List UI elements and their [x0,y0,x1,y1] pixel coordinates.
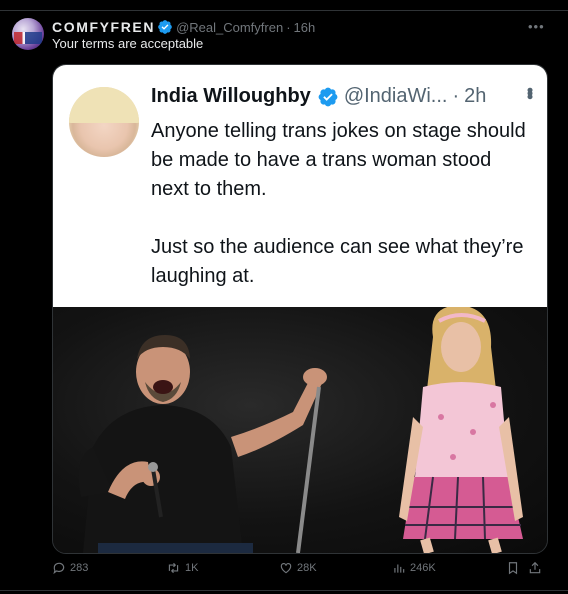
more-horizontal-icon[interactable]: ••• [528,19,545,34]
repost-count: 1K [185,562,199,574]
author-avatar[interactable] [12,18,44,50]
quoted-tweet-screenshot: India Willoughby @IndiaWi... · 2h ••• An… [53,65,547,307]
author-display-name[interactable]: COMFYFREN [52,19,155,35]
comedian-figure [78,335,327,553]
heart-icon [280,563,292,574]
post-text: Your terms are acceptable [52,36,204,51]
quoted-name: India Willoughby [151,85,311,107]
quoted-more-icon: ••• [520,87,540,97]
quoted-body: Anyone telling trans jokes on stage shou… [151,117,531,291]
bookmark-icon [508,562,518,575]
quoted-separator: · [452,85,460,107]
verified-badge-icon [157,19,173,35]
reply-button[interactable]: 283 [52,561,88,575]
post-timestamp[interactable]: 16h [294,20,316,35]
author-handle[interactable]: @Real_Comfyfren [176,20,283,35]
post-media[interactable]: India Willoughby @IndiaWi... · 2h ••• An… [52,64,548,554]
reply-count: 283 [70,562,89,574]
quoted-avatar [69,87,139,157]
views-button[interactable]: 246K [392,561,436,575]
quoted-paragraph: Just so the audience can see what they’r… [151,236,524,287]
quoted-paragraph: Anyone telling trans jokes on stage shou… [151,120,526,200]
like-count: 28K [297,562,317,574]
bottom-divider [0,590,568,591]
quoted-verified-icon [317,86,339,108]
views-icon [394,564,405,573]
quoted-handle: @IndiaWi... [343,85,448,107]
action-bar: 283 1K 28K 246K [0,561,568,581]
avatar-flag-graphic [14,32,42,44]
post-header: COMFYFREN @Real_Comfyfren · 16h [52,17,315,37]
share-button[interactable] [528,561,546,575]
like-button[interactable]: 28K [279,561,317,575]
bookmark-button[interactable] [506,561,524,575]
photo-illustration [78,307,523,553]
top-divider [0,10,568,11]
header-separator: · [286,19,291,35]
reply-icon [53,562,65,575]
views-count: 246K [410,562,436,574]
repost-button[interactable]: 1K [166,561,198,575]
repost-icon [168,562,179,574]
second-figure [399,307,523,553]
quoted-time: 2h [464,85,487,107]
comparison-photo [53,307,547,553]
quoted-header: India Willoughby @IndiaWi... · 2h [151,85,486,108]
share-icon [529,561,541,574]
